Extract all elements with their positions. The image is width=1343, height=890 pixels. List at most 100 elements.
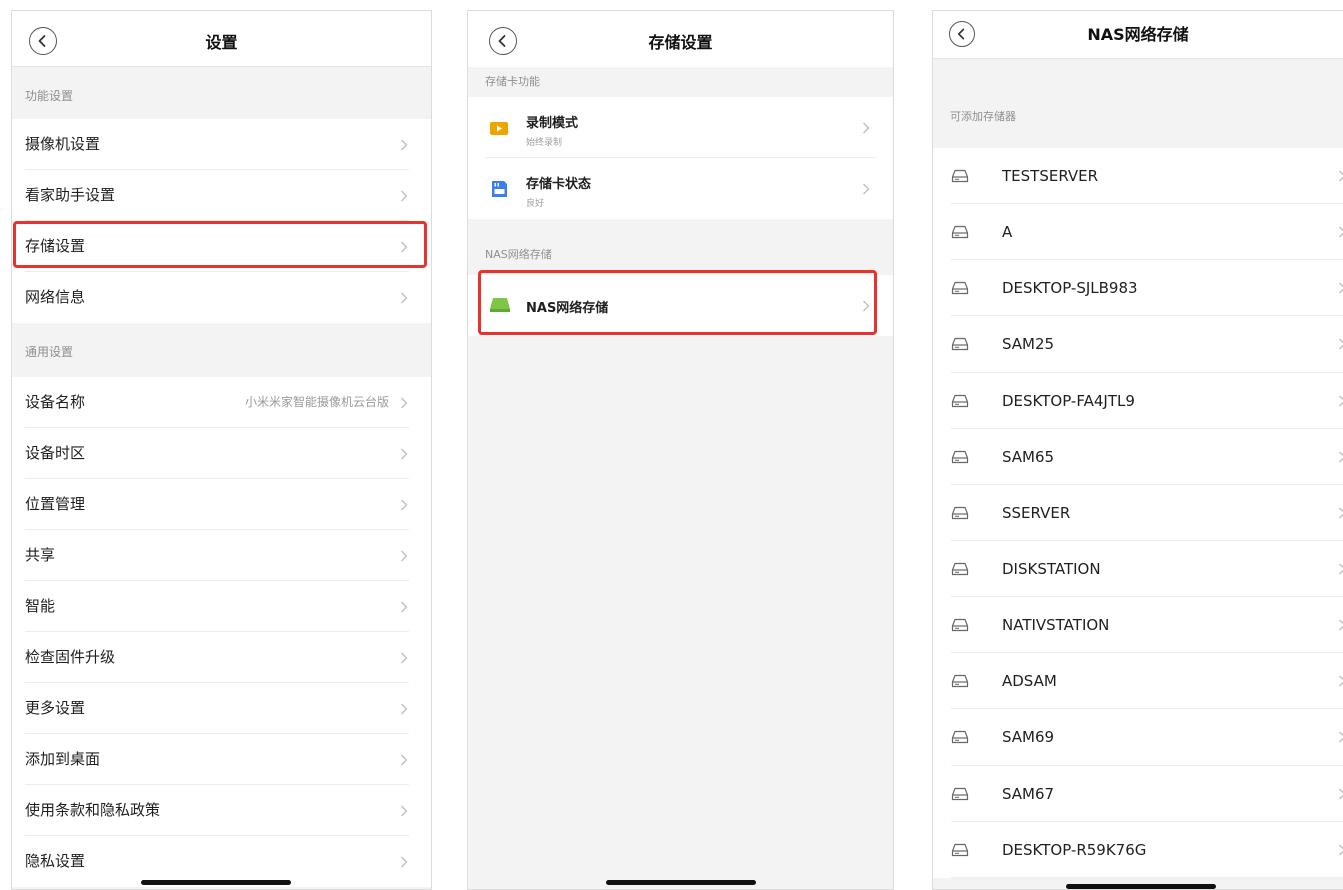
page-title: NAS网络存储 bbox=[1087, 25, 1189, 44]
home-indicator bbox=[141, 880, 291, 885]
chevron-right-icon bbox=[401, 703, 408, 715]
device-name: DESKTOP-SJLB983 bbox=[1002, 279, 1138, 298]
section-header-available: 可添加存储器 bbox=[950, 110, 1016, 123]
chevron-right-icon bbox=[401, 190, 408, 202]
row-label: 添加到桌面 bbox=[25, 750, 101, 768]
back-button[interactable] bbox=[489, 27, 517, 55]
list-item-record-mode[interactable]: 录制模式 始终录制 bbox=[468, 97, 893, 158]
settings-screen: 设置 功能设置 摄像机设置 看家助手设置 存储设置 网络信息 通用设置 设备名称 小米米… bbox=[11, 10, 432, 890]
settings-row[interactable]: 检查固件升级 bbox=[12, 632, 431, 683]
list-item-card-status[interactable]: 存储卡状态 良好 bbox=[468, 158, 893, 219]
storage-device-row[interactable]: DISKSTATION bbox=[933, 541, 1343, 598]
section-header-nas: NAS网络存储 bbox=[485, 248, 552, 261]
section-header-general: 通用设置 bbox=[25, 345, 74, 359]
chevron-right-icon bbox=[401, 601, 408, 613]
storage-device-row[interactable]: SAM25 bbox=[933, 316, 1343, 373]
chevron-right-icon bbox=[401, 499, 408, 511]
hard-drive-icon bbox=[951, 169, 969, 183]
chevron-right-icon bbox=[1339, 563, 1343, 575]
hard-drive-icon bbox=[951, 787, 969, 800]
storage-device-row[interactable]: SAM69 bbox=[933, 709, 1343, 766]
chevron-right-icon bbox=[1339, 170, 1343, 182]
item-label: 存储卡状态 bbox=[526, 177, 592, 192]
chevron-right-icon bbox=[1339, 226, 1343, 238]
row-label: 更多设置 bbox=[25, 699, 86, 717]
row-label: 位置管理 bbox=[25, 495, 86, 513]
hard-drive-icon bbox=[951, 282, 969, 295]
row-label: 设备时区 bbox=[25, 444, 86, 462]
chevron-right-icon bbox=[1339, 395, 1343, 407]
storage-device-row[interactable]: SSERVER bbox=[933, 485, 1343, 541]
page-title: 存储设置 bbox=[648, 33, 713, 52]
row-label: 设备名称 bbox=[25, 393, 86, 411]
settings-row[interactable]: 设备时区 bbox=[12, 428, 431, 479]
chevron-right-icon bbox=[1339, 619, 1343, 631]
chevron-right-icon bbox=[401, 448, 408, 460]
hard-drive-icon bbox=[951, 338, 969, 351]
hard-drive-icon bbox=[951, 562, 969, 576]
device-name: SAM69 bbox=[1002, 728, 1055, 747]
chevron-right-icon bbox=[1339, 451, 1343, 463]
device-name: SSERVER bbox=[1002, 503, 1071, 522]
nas-storage-screen: NAS网络存储 可添加存储器 TESTSERVER A DESKTOP-SJLB98… bbox=[932, 10, 1343, 890]
chevron-right-icon bbox=[863, 183, 870, 195]
available-storage-list: TESTSERVER A DESKTOP-SJLB983 SAM25 DESKTOP-F… bbox=[933, 148, 1343, 878]
settings-row[interactable]: 网络信息 bbox=[12, 272, 431, 323]
device-name: SAM25 bbox=[1002, 335, 1055, 354]
settings-row[interactable]: 更多设置 bbox=[12, 683, 431, 734]
chevron-left-icon bbox=[38, 35, 46, 47]
row-label: 网络信息 bbox=[25, 288, 86, 306]
settings-row[interactable]: 位置管理 bbox=[12, 479, 431, 530]
divider bbox=[951, 876, 1343, 878]
card-function-list: 录制模式 始终录制 存储卡状态 良好 bbox=[468, 97, 893, 219]
row-value: 小米米家智能摄像机云台版 bbox=[244, 395, 389, 409]
row-label: 共享 bbox=[25, 546, 56, 564]
chevron-right-icon bbox=[401, 397, 408, 409]
settings-row[interactable]: 智能 bbox=[12, 581, 431, 632]
chevron-right-icon bbox=[863, 122, 870, 134]
row-label: 检查固件升级 bbox=[25, 648, 116, 666]
hard-drive-icon bbox=[951, 506, 969, 519]
back-button[interactable] bbox=[29, 27, 57, 55]
device-name: DISKSTATION bbox=[1002, 559, 1101, 578]
section-header-card: 存储卡功能 bbox=[468, 67, 893, 97]
chevron-left-icon bbox=[498, 35, 506, 47]
hard-drive-icon bbox=[951, 731, 969, 744]
device-name: NATIVSTATION bbox=[1002, 616, 1110, 635]
settings-row[interactable]: 看家助手设置 bbox=[12, 170, 431, 221]
storage-device-row[interactable]: DESKTOP-R59K76G bbox=[933, 822, 1343, 878]
device-name: SAM65 bbox=[1002, 447, 1055, 466]
storage-device-row[interactable]: TESTSERVER bbox=[933, 148, 1343, 205]
settings-row[interactable]: 添加到桌面 bbox=[12, 734, 431, 785]
hard-drive-icon bbox=[951, 450, 969, 463]
chevron-right-icon bbox=[401, 652, 408, 664]
settings-row[interactable]: 设备名称 小米米家智能摄像机云台版 bbox=[12, 377, 431, 428]
storage-device-row[interactable]: DESKTOP-SJLB983 bbox=[933, 260, 1343, 317]
general-settings-list: 设备名称 小米米家智能摄像机云台版设备时区位置管理共享智能检查固件升级 更多设置添加… bbox=[12, 377, 431, 887]
hard-drive-icon bbox=[951, 619, 969, 632]
back-button[interactable] bbox=[949, 21, 975, 47]
home-indicator bbox=[1066, 884, 1216, 889]
storage-device-row[interactable]: NATIVSTATION bbox=[933, 597, 1343, 654]
row-label: 使用条款和隐私政策 bbox=[25, 801, 161, 819]
storage-device-row[interactable]: DESKTOP-FA4JTL9 bbox=[933, 373, 1343, 429]
home-indicator bbox=[606, 880, 756, 885]
storage-device-row[interactable]: SAM65 bbox=[933, 429, 1343, 485]
storage-device-row[interactable]: ADSAM bbox=[933, 653, 1343, 710]
storage-device-row[interactable]: A bbox=[933, 204, 1343, 261]
hard-drive-icon bbox=[951, 226, 969, 239]
device-name: TESTSERVER bbox=[1002, 167, 1099, 185]
row-label: 隐私设置 bbox=[25, 852, 86, 870]
sd-card-icon bbox=[492, 181, 507, 197]
settings-row[interactable]: 摄像机设置 bbox=[12, 119, 431, 170]
nav-bar: 存储设置 bbox=[468, 11, 893, 67]
video-record-icon bbox=[490, 122, 508, 135]
chevron-right-icon bbox=[401, 805, 408, 817]
settings-row[interactable]: 共享 bbox=[12, 530, 431, 581]
device-name: SAM67 bbox=[1002, 784, 1055, 803]
chevron-right-icon bbox=[1339, 282, 1343, 294]
page-title: 设置 bbox=[205, 33, 238, 52]
storage-device-row[interactable]: SAM67 bbox=[933, 766, 1343, 822]
device-name: DESKTOP-R59K76G bbox=[1002, 840, 1147, 859]
settings-row[interactable]: 使用条款和隐私政策 bbox=[12, 785, 431, 836]
